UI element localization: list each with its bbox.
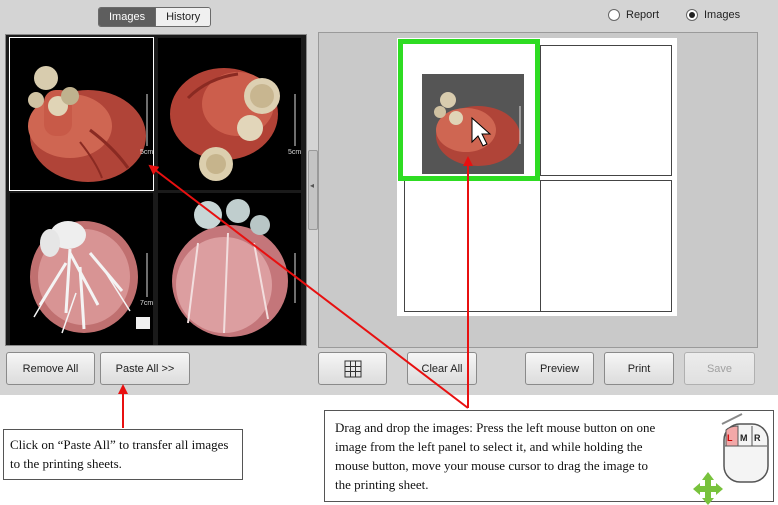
printing-sheet bbox=[397, 38, 677, 316]
radio-images-dot[interactable] bbox=[686, 9, 698, 21]
sheet-cell-4[interactable] bbox=[540, 180, 672, 312]
thumbnail-heart-anterior[interactable]: 5cm bbox=[9, 37, 154, 191]
drag-drop-callout-text: Drag and drop the images: Press the left… bbox=[335, 420, 656, 492]
panel-splitter-handle[interactable]: ◂ bbox=[308, 150, 318, 230]
scale-label: 5cm bbox=[140, 149, 153, 156]
remove-all-button[interactable]: Remove All bbox=[6, 352, 95, 385]
scale-label: 7cm bbox=[140, 300, 153, 307]
view-tabs: Images History bbox=[98, 7, 212, 27]
tab-images[interactable]: Images bbox=[99, 8, 156, 26]
paste-all-button[interactable]: Paste All >> bbox=[100, 352, 190, 385]
save-button[interactable]: Save bbox=[684, 352, 755, 385]
radio-images[interactable]: Images bbox=[686, 9, 740, 21]
scale-label: 5cm bbox=[288, 149, 301, 156]
paste-all-callout-text: Click on “Paste All” to transfer all ima… bbox=[10, 437, 229, 471]
layout-grid-button[interactable] bbox=[318, 352, 387, 385]
tab-history[interactable]: History bbox=[155, 8, 211, 26]
printing-app-window: Images History Report Images 5cm 5cm 7cm… bbox=[0, 0, 778, 395]
drop-target-highlight[interactable] bbox=[398, 39, 540, 181]
radio-images-label: Images bbox=[704, 9, 741, 21]
dragged-image bbox=[422, 74, 524, 174]
heart-posterior-image bbox=[172, 199, 296, 337]
drag-drop-callout: Drag and drop the images: Press the left… bbox=[324, 410, 774, 502]
collapse-arrow-icon: ◂ bbox=[310, 181, 315, 190]
radio-report[interactable]: Report bbox=[608, 9, 659, 21]
sheet-cell-2[interactable] bbox=[540, 45, 672, 176]
paste-all-callout: Click on “Paste All” to transfer all ima… bbox=[3, 429, 243, 480]
thumbnail-panel: 5cm 5cm 7cm bbox=[5, 34, 307, 346]
clear-all-button[interactable]: Clear All bbox=[407, 352, 477, 385]
radio-report-dot[interactable] bbox=[608, 9, 620, 21]
print-button[interactable]: Print bbox=[604, 352, 674, 385]
top-toolbar: Images History Report Images bbox=[0, 0, 778, 30]
thumbnail-coronary-tree[interactable]: 7cm bbox=[10, 193, 153, 345]
grid-icon bbox=[344, 360, 361, 377]
coronary-tree-image: 7cm bbox=[30, 221, 153, 334]
heart-superior-image: 5cm bbox=[170, 68, 301, 181]
printing-sheet-panel bbox=[318, 32, 758, 348]
heart-anterior-image: 5cm bbox=[28, 66, 153, 182]
thumbnail-heart-superior[interactable]: 5cm bbox=[158, 38, 301, 190]
radio-report-label: Report bbox=[626, 9, 660, 21]
thumbnail-heart-posterior[interactable] bbox=[158, 193, 301, 345]
sheet-cell-3[interactable] bbox=[404, 180, 541, 312]
preview-button[interactable]: Preview bbox=[525, 352, 594, 385]
